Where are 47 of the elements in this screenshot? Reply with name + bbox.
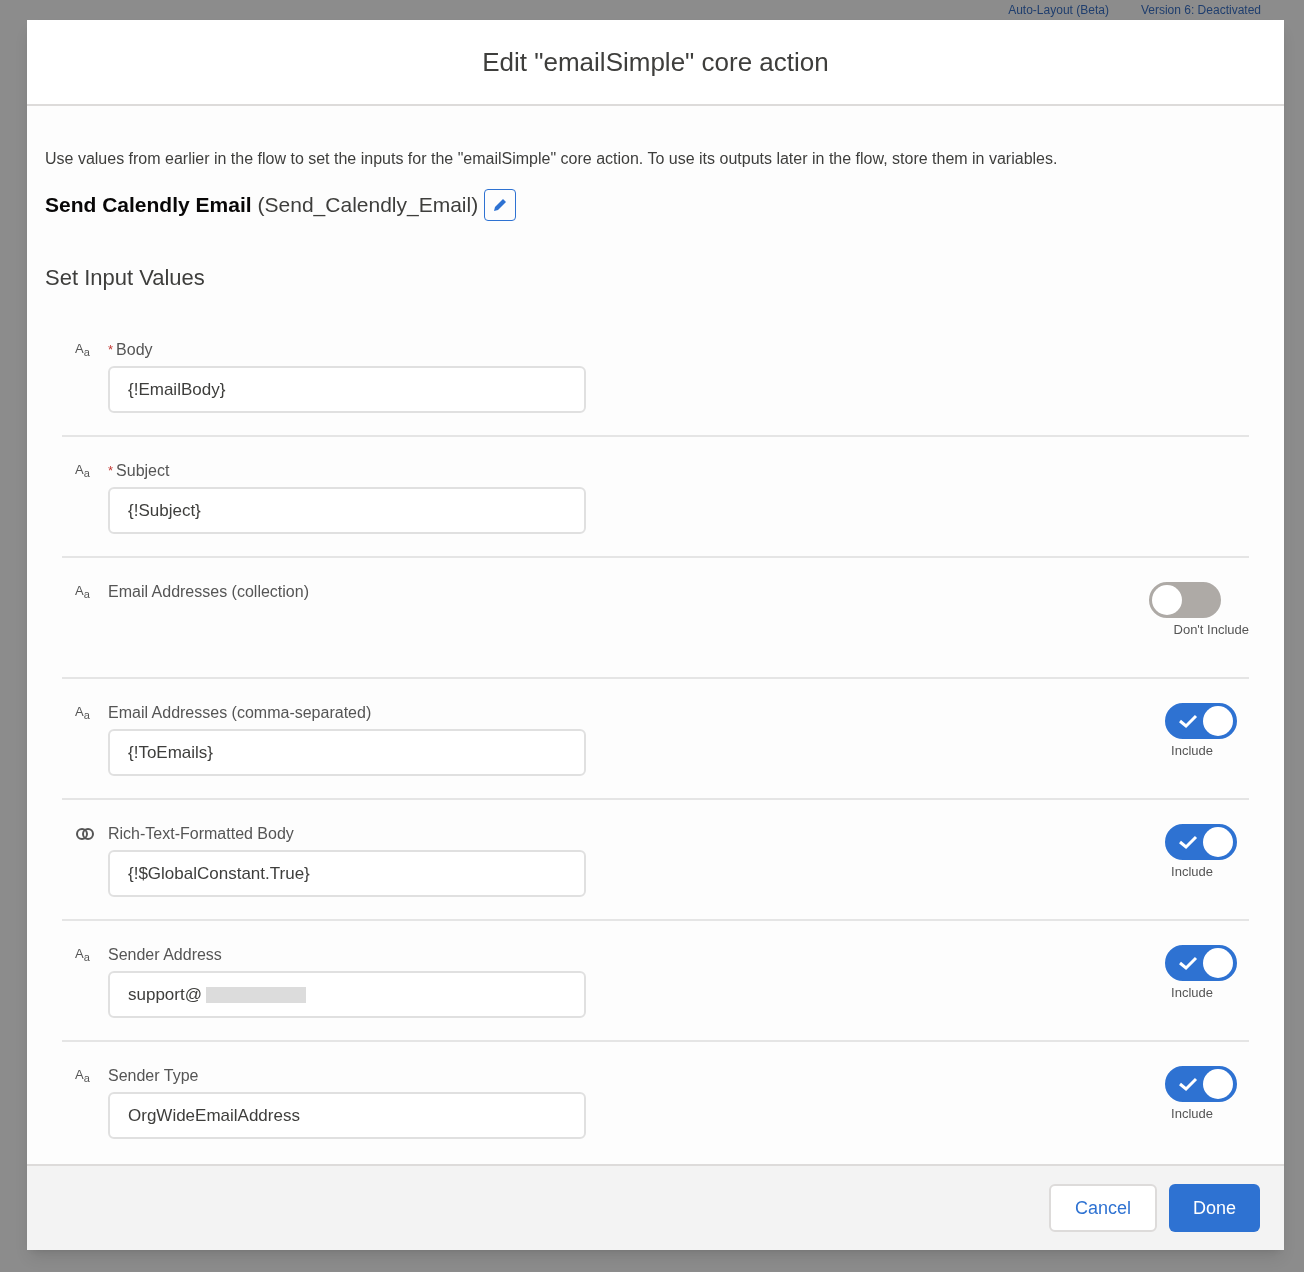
- background-label: Auto-Layout (Beta): [1008, 2, 1109, 19]
- description-text: Use values from earlier in the flow to set the inputs for the "emailSimple" core action. To use its outputs later in the flow, store them in variables.: [45, 149, 1059, 169]
- field-label: Sender Address: [108, 945, 222, 965]
- value-field[interactable]: {!ToEmails}: [108, 729, 586, 776]
- field-label: Email Addresses (comma-separated): [108, 703, 372, 723]
- toggle-label: Include: [1171, 1105, 1213, 1123]
- value-field[interactable]: {!Subject}: [108, 487, 586, 534]
- field-label: Sender Type: [108, 1066, 199, 1086]
- field-label: Body: [116, 340, 153, 360]
- check-icon: [1177, 1076, 1199, 1092]
- action-label: Send Calendly Email: [45, 192, 252, 219]
- background-label: Version 6: Deactivated: [1140, 2, 1261, 19]
- value-field[interactable]: {!$GlobalConstant.True}: [108, 850, 586, 897]
- dialog-title: Edit "emailSimple" core action: [482, 45, 829, 79]
- include-toggle[interactable]: [1165, 945, 1237, 981]
- value-field[interactable]: OrgWideEmailAddress: [108, 1092, 586, 1139]
- include-toggle[interactable]: [1149, 582, 1221, 618]
- field-label: Subject: [116, 461, 170, 481]
- check-icon: [1177, 955, 1199, 971]
- field-label: Rich-Text-Formatted Body: [108, 824, 294, 844]
- done-button[interactable]: Done: [1168, 1184, 1260, 1232]
- required-marker: *: [108, 462, 114, 481]
- toggle-label: Don't Include: [1173, 621, 1249, 639]
- text-type-icon: A$_{a}$: [75, 342, 95, 435]
- toggle-type-icon: [75, 827, 95, 841]
- field-label: Email Addresses (collection): [108, 582, 309, 602]
- include-toggle[interactable]: [1165, 1066, 1237, 1102]
- text-type-icon: A$_{a}$: [75, 584, 95, 677]
- value-field[interactable]: support@: [108, 971, 586, 1018]
- pencil-icon: [492, 197, 509, 213]
- text-type-icon: A$_{a}$: [75, 705, 95, 798]
- cancel-button[interactable]: Cancel: [1048, 1184, 1157, 1232]
- include-toggle[interactable]: [1165, 824, 1237, 860]
- toggle-label: Include: [1171, 863, 1213, 881]
- toggle-label: Include: [1171, 742, 1213, 760]
- edit-button[interactable]: [484, 189, 517, 221]
- required-marker: *: [108, 341, 114, 360]
- text-type-icon: A$_{a}$: [75, 463, 95, 556]
- toggle-label: Include: [1171, 984, 1213, 1002]
- action-api-name: (Send_Calendly_Email): [257, 192, 479, 219]
- check-icon: [1177, 713, 1199, 729]
- value-field[interactable]: {!EmailBody}: [108, 366, 586, 413]
- section-title: Set Input Values: [45, 264, 206, 292]
- check-icon: [1177, 834, 1199, 850]
- text-type-icon: A$_{a}$: [75, 1068, 95, 1163]
- include-toggle[interactable]: [1165, 703, 1237, 739]
- text-type-icon: A$_{a}$: [75, 947, 95, 1040]
